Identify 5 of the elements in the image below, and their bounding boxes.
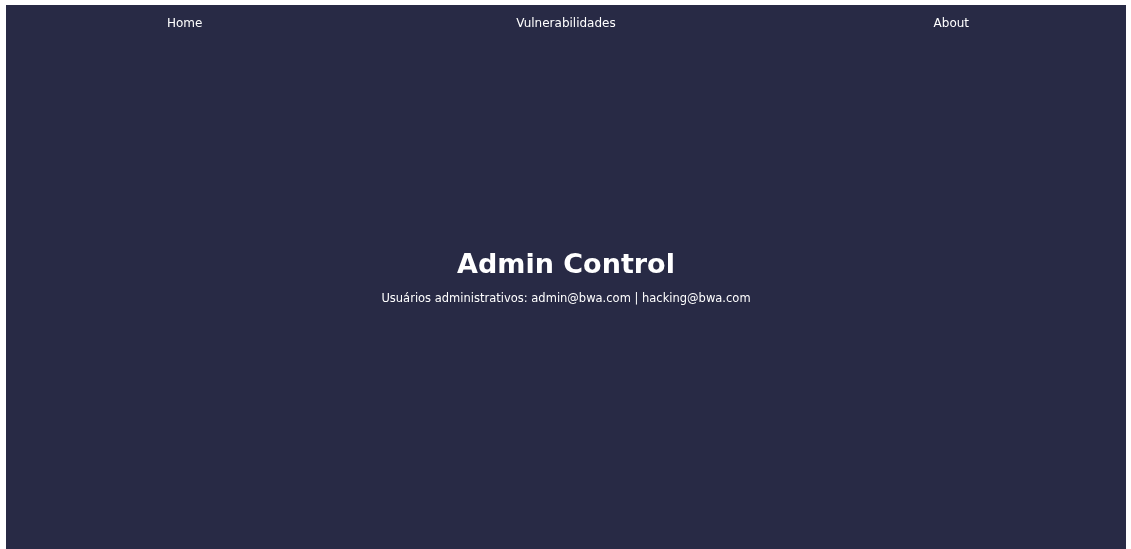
admin-users-text: Usuários administrativos: admin@bwa.com | hacking@bwa.com bbox=[381, 291, 751, 305]
page-title: Admin Control bbox=[457, 248, 675, 279]
nav-link[interactable]: About bbox=[933, 16, 970, 30]
nav-link[interactable]: Vulnerabilidades bbox=[516, 16, 616, 30]
nav-link[interactable]: Home bbox=[166, 16, 203, 30]
